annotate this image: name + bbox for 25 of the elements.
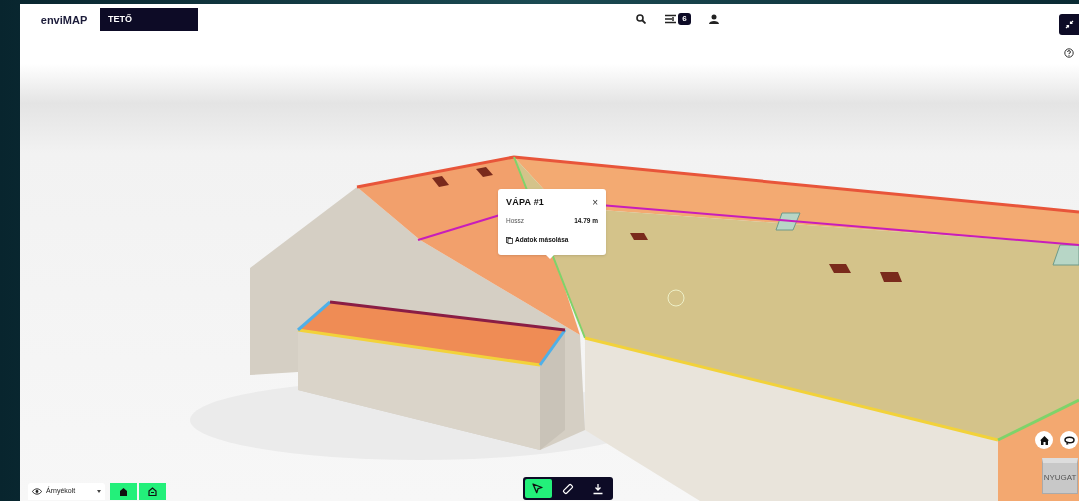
eye-icon (32, 488, 42, 495)
ruler-icon (562, 482, 574, 495)
copy-icon (506, 236, 513, 244)
solid-building-button[interactable] (110, 483, 137, 500)
outline-building-button[interactable] (139, 483, 166, 500)
filter-icon[interactable] (665, 14, 676, 24)
collapse-icon (1064, 20, 1074, 29)
select-tool-button[interactable] (525, 479, 552, 498)
close-button[interactable]: × (592, 197, 598, 208)
cursor-icon (532, 482, 545, 495)
home-icon (1039, 435, 1049, 445)
collapse-button[interactable] (1059, 14, 1079, 35)
popup-title: VÁPA #1 (506, 196, 545, 209)
download-icon (591, 482, 604, 495)
house-outline-icon (148, 487, 157, 496)
help-icon (1064, 48, 1074, 58)
cube-face-label: NYUGAT (1043, 474, 1077, 482)
user-icon[interactable] (709, 14, 719, 24)
search-icon[interactable] (636, 14, 646, 24)
logo[interactable]: enviMAP (40, 12, 88, 28)
project-title: TETŐ (100, 8, 198, 31)
house-icon (120, 487, 127, 496)
caret-icon (97, 490, 101, 493)
view-cube[interactable]: NYUGAT (1042, 458, 1078, 494)
filter-count-badge: 6 (678, 13, 691, 25)
